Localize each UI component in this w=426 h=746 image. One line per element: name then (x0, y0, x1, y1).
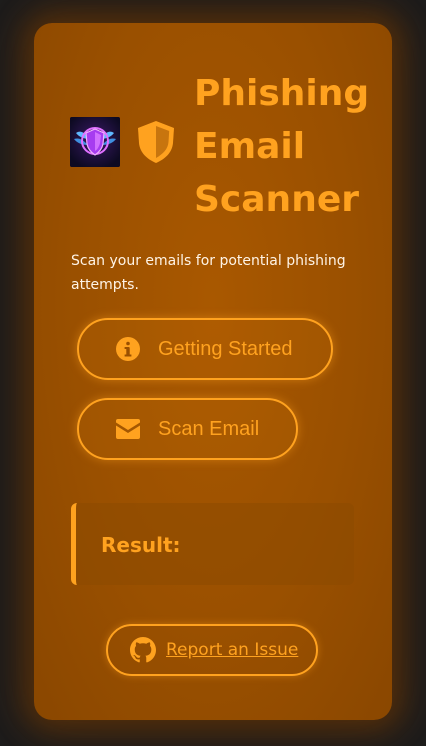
description-text: Scan your emails for potential phishing … (71, 253, 346, 293)
header: Phishing Email Scanner (70, 67, 370, 227)
shield-wings-logo (70, 117, 120, 167)
scanner-popup: Phishing Email Scanner Scan your emails … (34, 23, 392, 720)
report-issue-label: Report an Issue (166, 640, 299, 660)
page-title: Phishing Email Scanner (194, 73, 370, 220)
report-issue-link[interactable]: Report an Issue (106, 624, 318, 676)
shield-icon (134, 119, 178, 165)
github-icon (130, 637, 156, 663)
getting-started-label: Getting Started (158, 337, 293, 360)
envelope-icon (115, 416, 141, 442)
result-label: Result: (101, 533, 181, 557)
getting-started-button[interactable]: Getting Started (77, 318, 333, 380)
info-icon (115, 336, 141, 362)
result-panel: Result: (71, 503, 354, 585)
scan-email-button[interactable]: Scan Email (77, 398, 298, 460)
scan-email-label: Scan Email (158, 417, 260, 440)
